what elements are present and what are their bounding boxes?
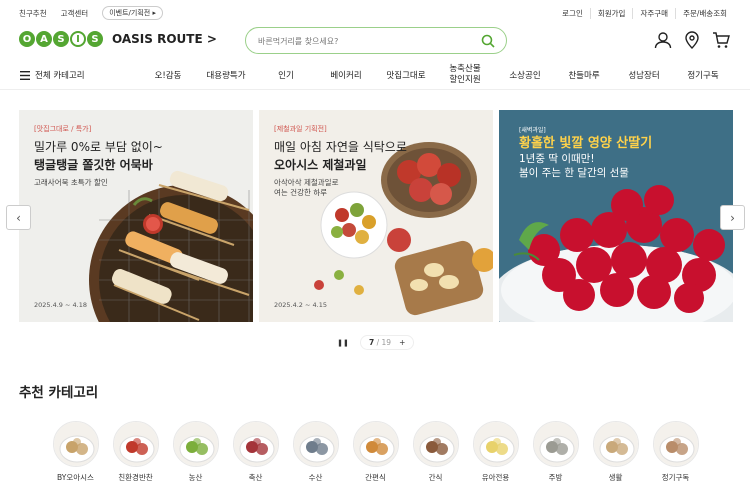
category-label: 주방 bbox=[548, 473, 563, 482]
living-icon bbox=[592, 421, 639, 467]
by-oasis-food-icon bbox=[52, 421, 99, 467]
carousel-pager: ❚❚ 7 / 19 + bbox=[334, 335, 415, 350]
main-nav: 전체 카테고리 오!감동 대용량특가 인기 베이커리 맛집그대로 농축산물 할인… bbox=[0, 62, 750, 90]
cart-icon[interactable] bbox=[712, 31, 730, 53]
nav-item-ogamdong[interactable]: 오!감동 bbox=[155, 69, 182, 81]
kitchen-icon bbox=[532, 421, 579, 467]
customer-center-link[interactable]: 고객센터 bbox=[61, 8, 89, 19]
nav-item-subscription[interactable]: 정기구독 bbox=[687, 69, 718, 81]
banner-desc: 1년중 딱 이때만! 봄이 주는 한 달간의 선물 bbox=[519, 153, 629, 179]
produce-icon bbox=[172, 421, 219, 467]
nav-item-restaurant[interactable]: 맛집그대로 bbox=[386, 69, 425, 81]
category-label: 정기구독 bbox=[661, 473, 690, 482]
nav-item-seongnam-market[interactable]: 성남장터 bbox=[628, 69, 659, 81]
banner-date: 2025.4.9 ~ 4.18 bbox=[34, 301, 87, 309]
nav-item-agri-discount[interactable]: 농축산물 할인지원 bbox=[449, 64, 480, 86]
page-current: 7 bbox=[369, 338, 375, 347]
nav-item-chandeulmaru[interactable]: 찬들마루 bbox=[568, 69, 599, 81]
friend-referral-link[interactable]: 친구추천 bbox=[19, 8, 47, 19]
all-categories-button[interactable]: 전체 카테고리 bbox=[20, 69, 85, 81]
banner-desc: 고래사어묵 초특가 할인 bbox=[34, 178, 108, 187]
snack-icon bbox=[412, 421, 459, 467]
order-tracking-link[interactable]: 주문/배송조회 bbox=[675, 8, 734, 19]
all-categories-label: 전체 카테고리 bbox=[35, 71, 85, 81]
category-item[interactable]: 간식 bbox=[412, 421, 459, 483]
baby-food-icon bbox=[472, 421, 519, 467]
nav-item-popular[interactable]: 인기 bbox=[278, 69, 294, 81]
seafood-icon bbox=[292, 421, 339, 467]
hamburger-icon bbox=[20, 70, 30, 80]
banner-desc: 아삭아삭 제철과일로 여는 건강한 하루 bbox=[274, 178, 339, 197]
category-item[interactable]: 농산 bbox=[172, 421, 219, 483]
category-item[interactable]: 축산 bbox=[232, 421, 279, 483]
page-total: 19 bbox=[381, 338, 392, 347]
subscription-icon bbox=[652, 421, 699, 467]
banner-title-line2: 탱글탱글 쫄깃한 어묵바 bbox=[34, 158, 153, 172]
category-item[interactable]: 정기구독 bbox=[652, 421, 699, 483]
category-item[interactable]: 간편식 bbox=[352, 421, 399, 483]
page-separator: / bbox=[376, 338, 380, 347]
carousel-next-button[interactable]: › bbox=[720, 205, 745, 230]
oasis-logo[interactable]: OAS IS bbox=[19, 31, 104, 47]
nav-item-bakery[interactable]: 베이커리 bbox=[330, 69, 361, 81]
user-icon[interactable] bbox=[654, 31, 672, 53]
location-pin-icon[interactable] bbox=[683, 31, 701, 53]
banner-fruit[interactable]: [제철과일 기획전] 매일 아침 자연을 식탁으로 오아시스 제철과일 아삭아삭… bbox=[259, 110, 493, 322]
search-input[interactable]: 바른먹거리를 찾으세요? bbox=[245, 27, 507, 54]
chevron-right-icon: › bbox=[730, 210, 735, 225]
category-label: 간식 bbox=[428, 473, 443, 482]
login-link[interactable]: 로그인 bbox=[555, 8, 590, 19]
banner-date: 2025.4.2 ~ 4.15 bbox=[274, 301, 327, 309]
nav-item-bulk-deal[interactable]: 대용량특가 bbox=[206, 69, 245, 81]
category-label: 수산 bbox=[308, 473, 323, 482]
banner-tag: [제철과일 기획전] bbox=[274, 125, 327, 133]
category-label: 농산 bbox=[188, 473, 203, 482]
category-label: 축산 bbox=[248, 473, 263, 482]
meat-icon bbox=[232, 421, 279, 467]
category-item[interactable]: 주방 bbox=[532, 421, 579, 483]
category-label: 생활 bbox=[608, 473, 623, 482]
category-list: BY오아시스 친환경반찬 농산 축산 수산 간편식 간식 유아전용 주방 생활 정기구독 bbox=[52, 421, 699, 483]
banner-fishcake[interactable]: [맛집그대로 / 특가] 밀가루 0%로 부담 없이~ 탱글탱글 쫄깃한 어묵바… bbox=[19, 110, 253, 322]
meal-kit-icon bbox=[352, 421, 399, 467]
category-label: 간편식 bbox=[365, 473, 386, 482]
banner-tag: [맛집그대로 / 특가] bbox=[34, 125, 92, 133]
category-label: BY오아시스 bbox=[57, 473, 94, 482]
banner-title-line1: 매일 아침 자연을 식탁으로 bbox=[274, 140, 407, 154]
banner-title-line1: 밀가루 0%로 부담 없이~ bbox=[34, 140, 163, 154]
section-title: 추천 카테고리 bbox=[19, 385, 99, 401]
carousel-prev-button[interactable]: ‹ bbox=[6, 205, 31, 230]
utility-bar: 친구추천 고객센터 이벤트/기획전 ▸ 로그인 회원가입 자주구매 주문/배송조… bbox=[0, 0, 750, 24]
category-label: 유아전용 bbox=[481, 473, 510, 482]
pause-icon[interactable]: ❚❚ bbox=[334, 335, 352, 350]
event-pill[interactable]: 이벤트/기획전 ▸ bbox=[102, 6, 163, 20]
nav-item-small-biz[interactable]: 소상공인 bbox=[509, 69, 540, 81]
plus-icon[interactable]: + bbox=[399, 338, 405, 347]
banner-raspberry[interactable]: [새벽과일] 황홀한 빛깔 영양 산딸기 1년중 딱 이때만! 봄이 주는 한 … bbox=[499, 110, 733, 322]
banner-title-line2: 오아시스 제철과일 bbox=[274, 158, 367, 172]
category-item[interactable]: BY오아시스 bbox=[52, 421, 99, 483]
search-icon[interactable] bbox=[481, 33, 495, 52]
category-item[interactable]: 친환경반찬 bbox=[112, 421, 159, 483]
frequent-link[interactable]: 자주구매 bbox=[632, 8, 675, 19]
chevron-left-icon: ‹ bbox=[16, 210, 21, 225]
category-item[interactable]: 유아전용 bbox=[472, 421, 519, 483]
oasis-route-link[interactable]: OASIS ROUTE > bbox=[112, 32, 217, 46]
banner-title-line1: 황홀한 빛깔 영양 산딸기 bbox=[519, 136, 653, 151]
side-dish-icon bbox=[112, 421, 159, 467]
search-placeholder: 바른먹거리를 찾으세요? bbox=[258, 37, 339, 46]
signup-link[interactable]: 회원가입 bbox=[589, 8, 633, 19]
category-item[interactable]: 수산 bbox=[292, 421, 339, 483]
category-item[interactable]: 생활 bbox=[592, 421, 639, 483]
category-label: 친환경반찬 bbox=[118, 473, 153, 482]
